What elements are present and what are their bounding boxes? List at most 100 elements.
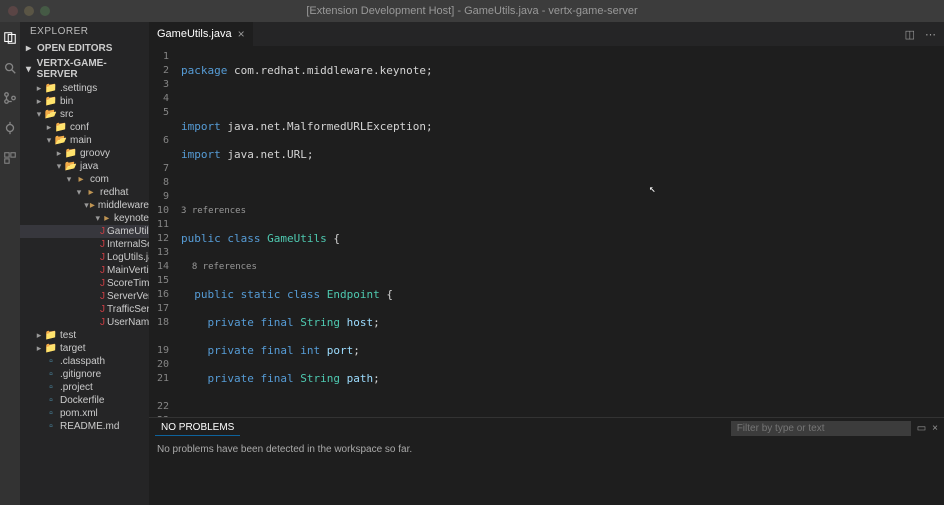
file-icon: ▫ [44, 382, 58, 393]
tree-item-keynote[interactable]: ▾▸keynote [20, 212, 149, 225]
tree-item-redhat[interactable]: ▾▸redhat [20, 186, 149, 199]
split-editor-icon[interactable]: ◫ [905, 28, 915, 41]
close-icon[interactable]: × [238, 27, 245, 41]
folder-open-icon: 📂 [54, 135, 68, 146]
maximize-window-button[interactable] [40, 6, 50, 16]
line-number: 4 [153, 92, 169, 106]
explorer-icon[interactable] [2, 30, 18, 46]
tree-item-target[interactable]: ▸📁target [20, 342, 149, 355]
tree-item-label: GameUtils.java [107, 226, 149, 237]
tree-item-com[interactable]: ▾▸com [20, 173, 149, 186]
java-icon: J [100, 252, 105, 263]
tree-item-gameutils-java[interactable]: JGameUtils.java [20, 225, 149, 238]
tree-item-src[interactable]: ▾📂src [20, 108, 149, 121]
line-number [153, 330, 169, 344]
tree-item-label: bin [60, 96, 73, 107]
problems-tab[interactable]: NO PROBLEMS [155, 420, 240, 436]
tree-item-readme-md[interactable]: ▫README.md [20, 420, 149, 433]
tree-item-java[interactable]: ▾📂java [20, 160, 149, 173]
tree-item--classpath[interactable]: ▫.classpath [20, 355, 149, 368]
search-icon[interactable] [2, 60, 18, 76]
chevron-icon: ▸ [44, 122, 54, 133]
tree-item-usernamegenerat-[interactable]: JUserNameGenerat... [20, 316, 149, 329]
collapse-icon[interactable]: ▭ [917, 423, 926, 434]
tree-item-label: conf [70, 122, 89, 133]
chevron-icon: ▾ [64, 174, 74, 185]
window-controls [8, 6, 50, 16]
tree-item-label: redhat [100, 187, 128, 198]
debug-icon[interactable] [2, 120, 18, 136]
folder-icon: 📁 [44, 83, 58, 94]
tree-item-label: InternalServiceVer... [107, 239, 149, 250]
tree-item-label: java [80, 161, 98, 172]
pkg-icon: ▸ [89, 200, 96, 211]
workspace-section[interactable]: ▾VERTX-GAME-SERVER [20, 56, 149, 82]
chevron-icon: ▾ [34, 109, 44, 120]
problems-filter-input[interactable] [731, 421, 911, 436]
tree-item-scoretimervertici-[interactable]: JScoreTimerVertici... [20, 277, 149, 290]
line-number: 21 [153, 372, 169, 386]
tree-item-label: middleware [98, 200, 149, 211]
line-number: 14 [153, 260, 169, 274]
line-number: 13 [153, 246, 169, 260]
chevron-right-icon: ▸ [26, 43, 34, 54]
file-tree[interactable]: ▸📁.settings▸📁bin▾📂src▸📁conf▾📂main▸📁groov… [20, 82, 149, 505]
folder-open-icon: 📂 [44, 109, 58, 120]
tree-item-logutils-java[interactable]: JLogUtils.java [20, 251, 149, 264]
tree-item-middleware[interactable]: ▾▸middleware [20, 199, 149, 212]
tree-item-label: groovy [80, 148, 110, 159]
tree-item-label: ServerVerticle.java [107, 291, 149, 302]
editor-area: GameUtils.java × ◫ ⋯ 1234567891011121314… [149, 22, 944, 505]
line-number: 1 [153, 50, 169, 64]
sidebar: EXPLORER ▸OPEN EDITORS ▾VERTX-GAME-SERVE… [20, 22, 149, 505]
line-numbers: 1234567891011121314151617181920212223242… [149, 46, 177, 417]
editor-actions: ◫ ⋯ [905, 22, 944, 46]
tree-item-pom-xml[interactable]: ▫pom.xml [20, 407, 149, 420]
close-window-button[interactable] [8, 6, 18, 16]
problems-message: No problems have been detected in the wo… [149, 438, 944, 461]
tree-item-label: com [90, 174, 109, 185]
line-number [153, 120, 169, 134]
source-control-icon[interactable] [2, 90, 18, 106]
code-content: package com.redhat.middleware.keynote; i… [177, 46, 870, 417]
minimize-window-button[interactable] [24, 6, 34, 16]
chevron-icon: ▸ [34, 330, 44, 341]
mouse-cursor-icon: ↖ [649, 182, 657, 194]
tree-item-dockerfile[interactable]: ▫Dockerfile [20, 394, 149, 407]
chevron-icon: ▾ [94, 213, 101, 224]
line-number: 10 [153, 204, 169, 218]
close-panel-icon[interactable]: × [932, 423, 938, 434]
tree-item-internalservicever-[interactable]: JInternalServiceVer... [20, 238, 149, 251]
open-editors-section[interactable]: ▸OPEN EDITORS [20, 41, 149, 56]
line-number: 2 [153, 64, 169, 78]
file-icon: ▫ [44, 395, 58, 406]
tree-item--gitignore[interactable]: ▫.gitignore [20, 368, 149, 381]
more-actions-icon[interactable]: ⋯ [925, 28, 936, 41]
tree-item-groovy[interactable]: ▸📁groovy [20, 147, 149, 160]
tree-item-label: LogUtils.java [107, 252, 149, 263]
tree-item--settings[interactable]: ▸📁.settings [20, 82, 149, 95]
tree-item-serververticle-java[interactable]: JServerVerticle.java [20, 290, 149, 303]
tab-gameutils[interactable]: GameUtils.java × [149, 22, 254, 46]
tree-item-conf[interactable]: ▸📁conf [20, 121, 149, 134]
line-number [153, 148, 169, 162]
pkg-icon: ▸ [84, 187, 98, 198]
folder-icon: 📁 [54, 122, 68, 133]
code-editor[interactable]: 1234567891011121314151617181920212223242… [149, 46, 944, 417]
chevron-down-icon: ▾ [26, 64, 34, 75]
tree-item-trafficserververti-[interactable]: JTrafficServerVerti... [20, 303, 149, 316]
tree-item-label: test [60, 330, 76, 341]
line-number [153, 386, 169, 400]
line-number: 8 [153, 176, 169, 190]
tree-item-main[interactable]: ▾📂main [20, 134, 149, 147]
tree-item--project[interactable]: ▫.project [20, 381, 149, 394]
chevron-icon: ▸ [34, 343, 44, 354]
tree-item-test[interactable]: ▸📁test [20, 329, 149, 342]
tree-item-bin[interactable]: ▸📁bin [20, 95, 149, 108]
java-icon: J [100, 239, 105, 250]
line-number: 9 [153, 190, 169, 204]
tree-item-mainverticle-java[interactable]: JMainVerticle.java [20, 264, 149, 277]
folder-icon: 📁 [44, 330, 58, 341]
extensions-icon[interactable] [2, 150, 18, 166]
chevron-icon: ▸ [34, 96, 44, 107]
